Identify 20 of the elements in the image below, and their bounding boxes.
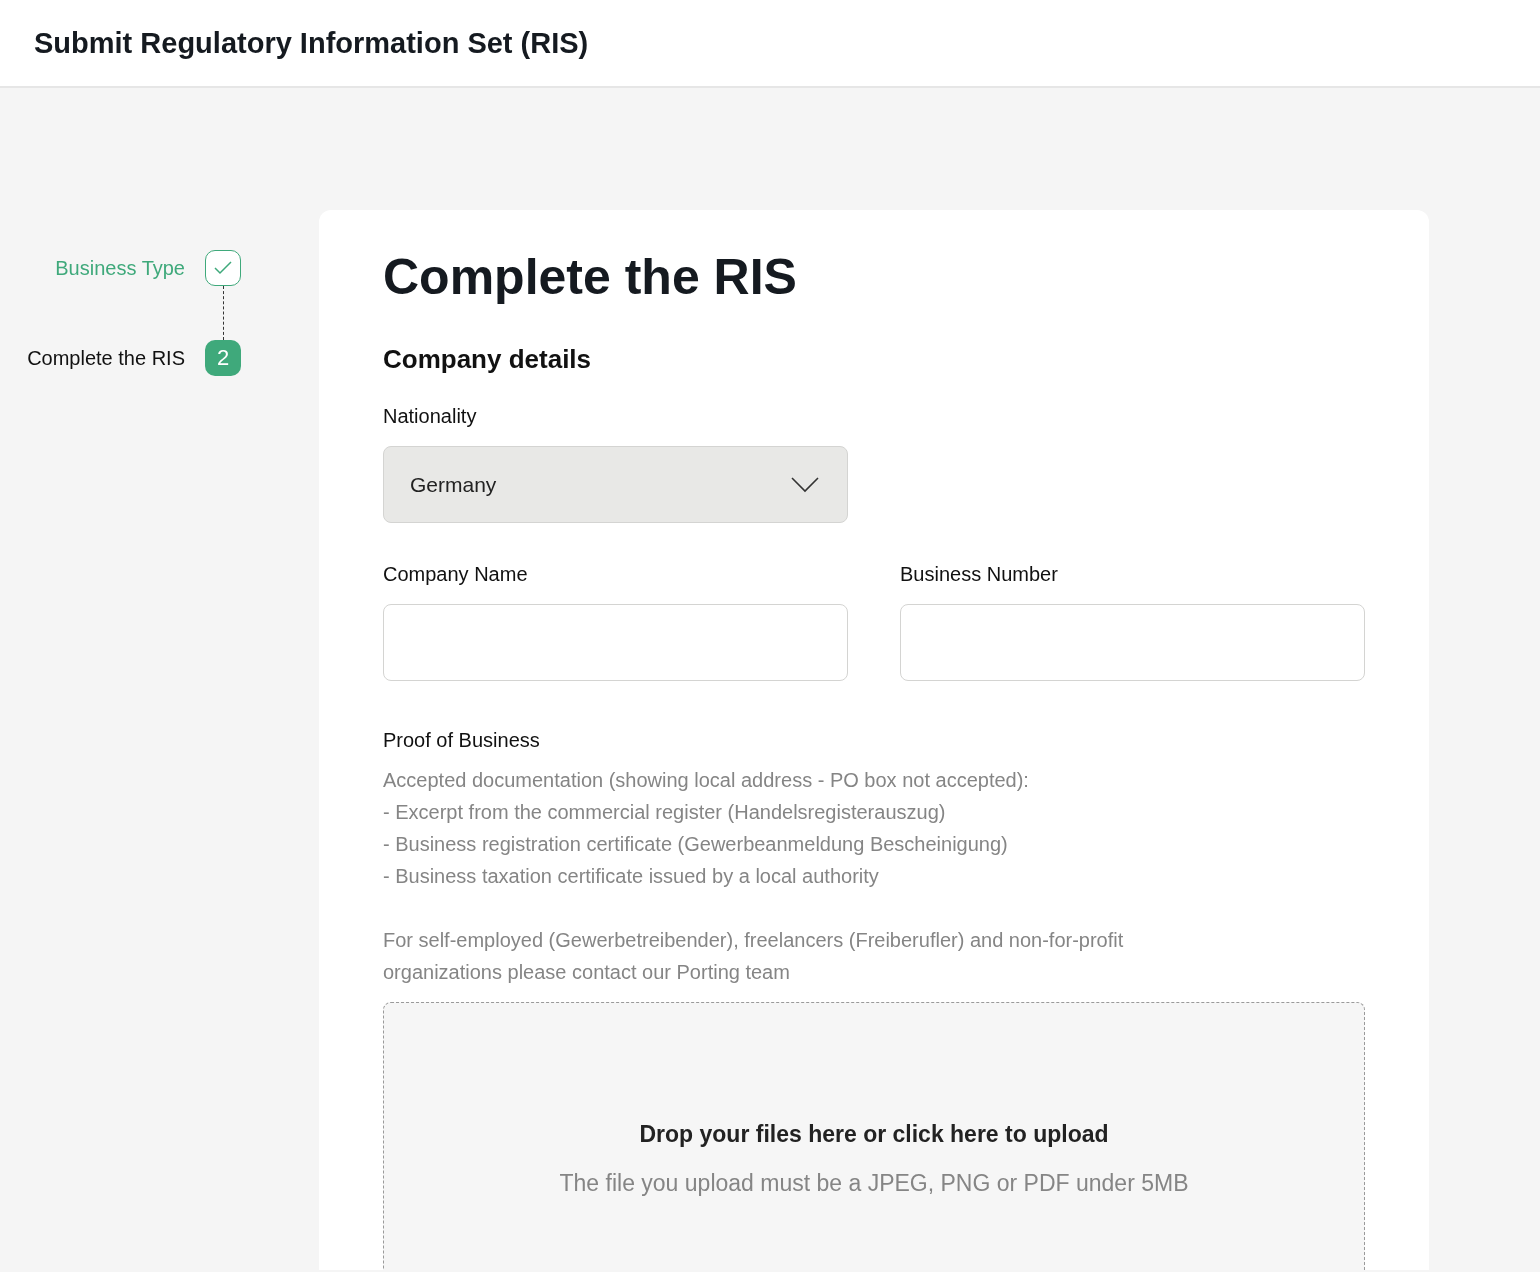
step-label: Business Type: [55, 256, 185, 280]
chevron-down-icon: [791, 476, 819, 493]
step-number-badge: 2: [205, 340, 241, 376]
field-label: Proof of Business: [383, 729, 541, 752]
dropzone-hint: The file you upload must be a JPEG, PNG or PDF under 5MB: [559, 1170, 1189, 1197]
text-input-field[interactable]: [383, 604, 848, 681]
file-dropzone[interactable]: Drop your files here or click here to upload The file you upload must be a JPEG, PNG or PDF under 5MB: [383, 1002, 1365, 1270]
check-icon: [205, 250, 241, 286]
field-label: Company Name: [383, 563, 529, 586]
dropzone-title: Drop your files here or click here to upload: [639, 1121, 1109, 1148]
step-label: Complete the RIS: [27, 346, 185, 370]
proof-note: For self-employed (Gewerbetreibender), freelancers (Freiberufler) and non-for-profit organizations please contact our Porting team: [383, 928, 1125, 985]
form-title: Complete the RIS: [383, 248, 798, 306]
text-input-field[interactable]: [900, 604, 1365, 681]
page-title: Submit Regulatory Information Set (RIS): [34, 26, 589, 60]
nationality-select[interactable]: Germany: [383, 446, 848, 523]
field-label: Business Number: [900, 563, 1059, 586]
section-heading: Company details: [383, 344, 593, 375]
field-label: Nationality: [383, 405, 478, 428]
proof-description: Accepted documentation (showing local address - PO box not accepted): - Excerpt from the commercial register (Handelsregisterauszug) - Business registration certificate (Gewerbeanmeldung Bescheinigung) - Business taxation certificate issued by a local authority: [383, 768, 1030, 889]
